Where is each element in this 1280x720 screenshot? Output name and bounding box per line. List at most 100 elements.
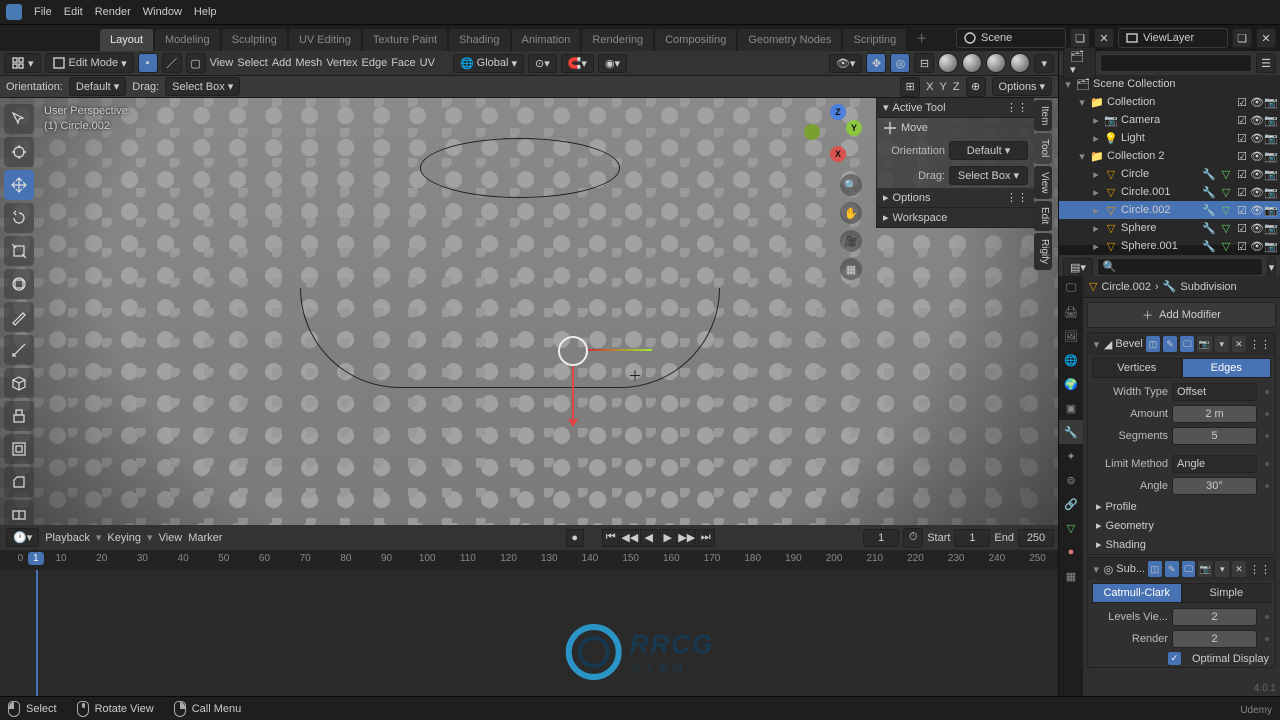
viewlayer-delete-button[interactable]: ✕ <box>1256 28 1276 48</box>
mod-extras-dropdown[interactable]: ▾ <box>1215 336 1229 352</box>
play-reverse-button[interactable]: ◀ <box>640 529 658 547</box>
ptab-object[interactable]: ▣ <box>1059 396 1083 420</box>
zoom-button[interactable]: 🔍 <box>840 174 862 196</box>
animate-dot[interactable] <box>1265 484 1269 488</box>
tool-cursor[interactable] <box>4 137 34 167</box>
collapse-toggle[interactable]: ▾ <box>1092 563 1101 576</box>
mod-oncage-toggle[interactable]: ◫ <box>1146 336 1160 352</box>
axis-y-ball[interactable]: Y <box>846 120 862 136</box>
end-frame-field[interactable]: 250 <box>1018 529 1054 547</box>
catmull-option[interactable]: Catmull-Clark <box>1092 583 1182 603</box>
jump-end-button[interactable]: ⏭ <box>697 529 715 547</box>
timeline-body[interactable] <box>0 570 1058 696</box>
mesh-filter-1[interactable]: ⊞ <box>900 77 920 97</box>
ptab-material[interactable]: ● <box>1059 540 1083 564</box>
tl-keying[interactable]: Keying <box>107 532 141 544</box>
gizmo-toggle[interactable]: ✥ <box>866 53 886 73</box>
tab-rendering[interactable]: Rendering <box>582 29 653 51</box>
width-type-dropdown[interactable]: Offset <box>1172 383 1257 401</box>
mod-extras-dropdown[interactable]: ▾ <box>1215 561 1229 577</box>
datablock-search-input[interactable] <box>1097 258 1263 276</box>
axis-x-toggle[interactable]: X <box>926 81 933 93</box>
visibility-dropdown[interactable]: 👁▾ <box>829 54 863 73</box>
np-orientation-dropdown[interactable]: Default ▾ <box>949 141 1028 160</box>
animate-dot[interactable] <box>1265 637 1269 641</box>
tab-shading[interactable]: Shading <box>449 29 509 51</box>
panel-grip-icon[interactable]: ⋮⋮ <box>1006 101 1028 114</box>
menu-window[interactable]: Window <box>143 6 182 18</box>
tool-scale[interactable] <box>4 236 34 266</box>
menu-vertex[interactable]: Vertex <box>326 57 357 69</box>
timeline-editor-dropdown[interactable]: 🕐▾ <box>6 528 39 547</box>
mod-editmode-toggle[interactable]: ✎ <box>1165 561 1179 577</box>
tab-modeling[interactable]: Modeling <box>155 29 220 51</box>
display-mode-dropdown[interactable]: ▤▾ <box>1063 258 1093 277</box>
breadcrumb-object[interactable]: Circle.002 <box>1101 281 1151 293</box>
timeline-ruler[interactable]: 0102030405060708090100110120130140150160… <box>0 550 1058 570</box>
axis-z-ball[interactable]: Z <box>830 104 846 120</box>
amount-field[interactable]: 2 m <box>1172 405 1257 423</box>
ptab-render[interactable]: 🖵 <box>1059 276 1083 300</box>
ptab-viewlayer[interactable]: 🖼 <box>1059 324 1083 348</box>
bevel-vertices-option[interactable]: Vertices <box>1092 358 1182 378</box>
active-tool-header[interactable]: ▾ Active Tool⋮⋮ <box>877 98 1034 118</box>
xray-toggle[interactable]: ⊟ <box>914 53 934 73</box>
tool-extrude[interactable] <box>4 401 34 431</box>
panel-grip-icon[interactable]: ⋮⋮ <box>1006 191 1028 204</box>
mod-editmode-toggle[interactable]: ✎ <box>1163 336 1177 352</box>
select-face-button[interactable]: ▢ <box>186 53 206 73</box>
shading-wireframe[interactable] <box>938 53 958 73</box>
tl-marker[interactable]: Marker <box>188 532 222 544</box>
menu-edge[interactable]: Edge <box>362 57 388 69</box>
segments-field[interactable]: 5 <box>1172 427 1257 445</box>
outliner-root[interactable]: ▾🗂 Scene Collection <box>1059 75 1280 93</box>
shading-solid[interactable] <box>962 53 982 73</box>
play-button[interactable]: ▶ <box>659 529 677 547</box>
levels-field[interactable]: 2 <box>1172 608 1257 626</box>
jump-start-button[interactable]: ⏮ <box>602 529 620 547</box>
menu-render[interactable]: Render <box>95 6 131 18</box>
bevel-mode-toggle[interactable]: Vertices Edges <box>1092 358 1271 378</box>
tab-layout[interactable]: Layout <box>100 29 153 51</box>
breadcrumb-modifier[interactable]: Subdivision <box>1180 281 1236 293</box>
tool-add-cube[interactable] <box>4 368 34 398</box>
outliner-item[interactable]: ▸📷Camera☑👁📷 <box>1059 111 1280 129</box>
proportional-dropdown[interactable]: ◉▾ <box>598 54 627 73</box>
menu-select[interactable]: Select <box>237 57 268 69</box>
editor-type-dropdown[interactable]: ▾ <box>4 53 41 73</box>
animate-dot[interactable] <box>1265 615 1269 619</box>
tab-scripting[interactable]: Scripting <box>843 29 906 51</box>
axis-neg-y-ball[interactable] <box>804 124 820 140</box>
ptab-mesh[interactable]: ▽ <box>1059 516 1083 540</box>
tab-compositing[interactable]: Compositing <box>655 29 736 51</box>
transform-orientation-dropdown[interactable]: 🌐 Global ▾ <box>453 54 524 73</box>
options-dropdown[interactable]: Options ▾ <box>992 77 1052 96</box>
bevel-name[interactable]: Bevel <box>1115 338 1143 350</box>
subsurf-name[interactable]: Sub... <box>1116 563 1145 575</box>
panel-geometry[interactable]: ▸ Geometry <box>1088 516 1275 535</box>
vtab-view[interactable]: View <box>1034 166 1052 200</box>
prev-keyframe-button[interactable]: ◀◀ <box>621 529 639 547</box>
tool-move[interactable] <box>4 170 34 200</box>
mod-delete-button[interactable]: ✕ <box>1232 336 1246 352</box>
vtab-rigify[interactable]: Rigify <box>1034 233 1052 270</box>
camera-view-button[interactable]: 🎥 <box>840 230 862 252</box>
scene-selector[interactable]: Scene <box>956 28 1066 48</box>
orientation-dropdown[interactable]: Default ▾ <box>69 77 126 96</box>
ptab-modifiers[interactable]: 🔧 <box>1059 420 1083 444</box>
np-drag-dropdown[interactable]: Select Box ▾ <box>949 166 1028 185</box>
collapse-toggle[interactable]: ▾ <box>1092 338 1101 351</box>
overlay-toggle[interactable]: ◎ <box>890 53 910 73</box>
tool-measure[interactable] <box>4 335 34 365</box>
tl-playback[interactable]: Playback <box>45 532 90 544</box>
tool-transform[interactable] <box>4 269 34 299</box>
ptab-texture[interactable]: ▦ <box>1059 564 1083 588</box>
vtab-tool[interactable]: Tool <box>1034 133 1052 163</box>
mod-realtime-toggle[interactable]: 🖵 <box>1182 561 1196 577</box>
drag-dropdown[interactable]: Select Box ▾ <box>165 77 240 96</box>
snap-dropdown[interactable]: 🧲▾ <box>561 54 594 73</box>
add-workspace-button[interactable]: ＋ <box>908 25 935 51</box>
outliner-item[interactable]: ▸▽Sphere🔧▽☑👁📷 <box>1059 219 1280 237</box>
move-gizmo-x-axis[interactable] <box>588 349 652 351</box>
vtab-item[interactable]: Item <box>1034 100 1052 131</box>
